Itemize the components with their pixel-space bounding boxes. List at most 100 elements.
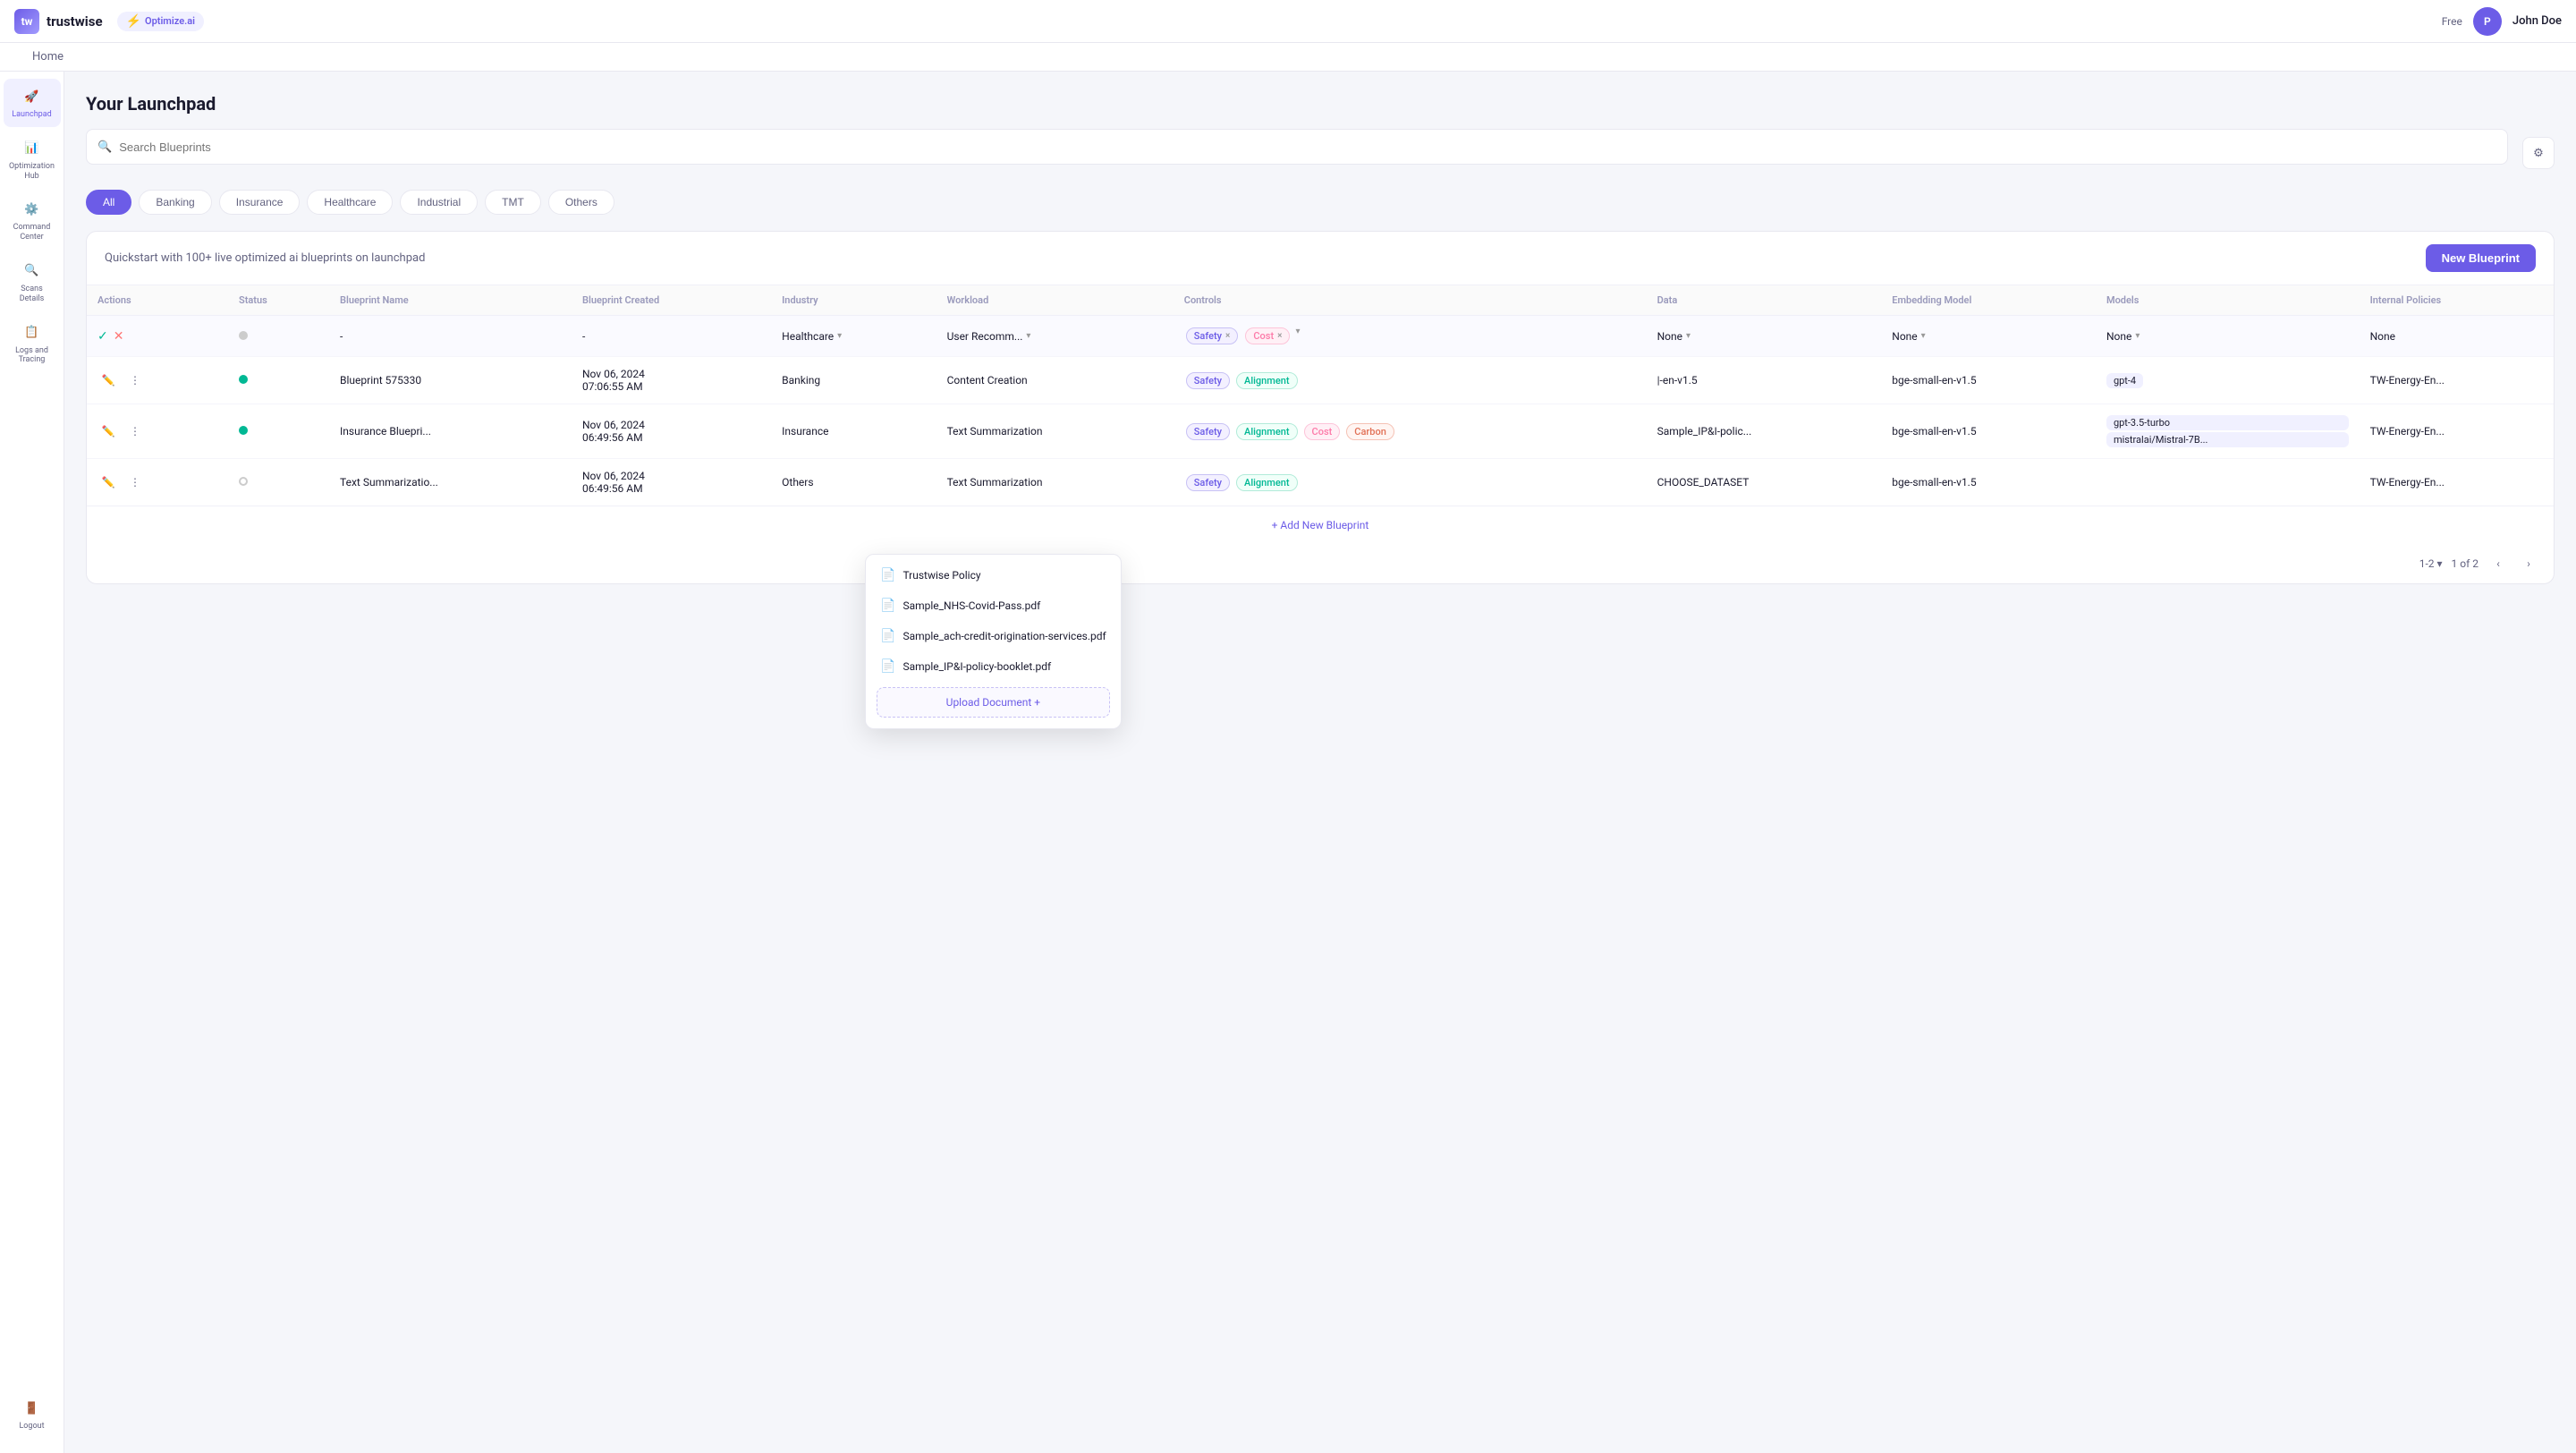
industry-cell-editing[interactable]: Healthcare ▾	[771, 316, 936, 357]
models-cell-editing[interactable]: None ▾	[2096, 316, 2360, 357]
sidebar-item-optimization-hub[interactable]: 📊 Optimization Hub	[4, 131, 61, 189]
sidebar-item-launchpad[interactable]: 🚀 Launchpad	[4, 79, 61, 127]
edit-button-3[interactable]: ✏️	[97, 472, 119, 493]
remove-safety-icon[interactable]: ×	[1225, 331, 1230, 341]
sidebar: 🚀 Launchpad 📊 Optimization Hub ⚙️ Comman…	[0, 72, 64, 1453]
table-row-editing: ✓ ✕ - -	[87, 316, 2554, 357]
dropdown-label-ach: Sample_ach-credit-origination-services.p…	[902, 630, 1106, 642]
chart-icon: 📊	[21, 138, 43, 159]
filter-tab-insurance[interactable]: Insurance	[219, 190, 301, 215]
sidebar-label-optimization-hub: Optimization Hub	[9, 162, 55, 182]
dropdown-item-trustwise-policy[interactable]: 📄 Trustwise Policy	[866, 560, 1121, 591]
actions-cell-editing: ✓ ✕	[87, 316, 228, 357]
embedding-cell-3: bge-small-en-v1.5	[1881, 459, 2096, 506]
status-dot-grey	[239, 331, 248, 340]
remove-cost-icon[interactable]: ×	[1277, 331, 1282, 341]
filter-tab-healthcare[interactable]: Healthcare	[307, 190, 393, 215]
col-blueprint-name: Blueprint Name	[329, 285, 572, 316]
pdf-icon-nhs: 📄	[880, 599, 895, 613]
status-cell-editing	[228, 316, 329, 357]
dropdown-item-ach[interactable]: 📄 Sample_ach-credit-origination-services…	[866, 621, 1121, 651]
actions-cell-2: ✏️ ⋮	[87, 404, 228, 459]
chevron-down-icon: ▾	[837, 331, 842, 341]
tag-safety-3: Safety	[1186, 474, 1230, 491]
filter-tab-banking[interactable]: Banking	[139, 190, 211, 215]
workload-cell-2: Text Summarization	[936, 404, 1174, 459]
data-cell-3: CHOOSE_DATASET	[1647, 459, 1882, 506]
prev-page-button[interactable]: ‹	[2487, 553, 2509, 574]
workload-cell-editing[interactable]: User Recomm... ▾	[936, 316, 1174, 357]
dropdown-item-nhs[interactable]: 📄 Sample_NHS-Covid-Pass.pdf	[866, 591, 1121, 621]
sidebar-label-launchpad: Launchpad	[12, 110, 51, 120]
confirm-button[interactable]: ✓	[97, 329, 108, 344]
embedding-cell-editing[interactable]: None ▾	[1881, 316, 2096, 357]
new-blueprint-button[interactable]: New Blueprint	[2426, 244, 2536, 272]
optimize-badge: ⚡ Optimize.ai	[117, 12, 204, 31]
edit-button-2[interactable]: ✏️	[97, 421, 119, 442]
chevron-down-controls[interactable]: ▾	[1295, 327, 1300, 345]
status-dot-outline-3	[239, 477, 248, 486]
user-avatar: P	[2473, 7, 2502, 36]
pagination-range[interactable]: 1-2 ▾	[2419, 557, 2443, 570]
filter-tab-others[interactable]: Others	[548, 190, 614, 215]
filter-tab-tmt[interactable]: TMT	[485, 190, 541, 215]
col-actions: Actions	[87, 285, 228, 316]
embedding-cell-2: bge-small-en-v1.5	[1881, 404, 2096, 459]
dropdown-item-ipi[interactable]: 📄 Sample_IP&I-policy-booklet.pdf	[866, 651, 1121, 682]
dropdown-label-trustwise: Trustwise Policy	[902, 569, 980, 582]
sidebar-item-scans-details[interactable]: 🔍 Scans Details	[4, 253, 61, 311]
pagination: 1-2 ▾ 1 of 2 ‹ ›	[87, 544, 2554, 583]
sidebar-item-command-center[interactable]: ⚙️ Command Center	[4, 191, 61, 250]
more-button-1[interactable]: ⋮	[124, 370, 146, 391]
pdf-icon-ipi: 📄	[880, 659, 895, 674]
workload-value: User Recomm...	[947, 330, 1023, 343]
upload-document-button[interactable]: Upload Document +	[877, 687, 1110, 718]
sidebar-label-command-center: Command Center	[9, 223, 55, 242]
tag-cost: Cost ×	[1245, 327, 1290, 344]
sidebar-item-logout[interactable]: 🚪 Logout	[4, 1390, 61, 1439]
data-dropdown: 📄 Trustwise Policy 📄 Sample_NHS-Covid-Pa…	[865, 554, 1122, 729]
logout-icon: 🚪	[21, 1398, 43, 1419]
grid-icon: ⚙️	[21, 199, 43, 220]
col-controls: Controls	[1174, 285, 1647, 316]
workload-cell-1: Content Creation	[936, 357, 1174, 404]
pagination-info: 1 of 2	[2452, 557, 2479, 570]
more-button-3[interactable]: ⋮	[124, 472, 146, 493]
tag-alignment-2: Alignment	[1236, 423, 1298, 440]
data-value: None	[1657, 330, 1682, 343]
add-new-blueprint-row[interactable]: + Add New Blueprint	[87, 506, 2554, 544]
col-blueprint-created: Blueprint Created	[572, 285, 771, 316]
sidebar-item-logs-tracing[interactable]: 📋 Logs and Tracing	[4, 315, 61, 373]
nav-home[interactable]: Home	[18, 50, 78, 64]
chevron-down-models: ▾	[2135, 331, 2140, 341]
filter-button[interactable]: ⚙	[2522, 137, 2555, 169]
rocket-icon: 🚀	[21, 86, 43, 107]
blueprint-table: Actions Status Blueprint Name Blueprint …	[87, 285, 2554, 506]
tag-safety-1: Safety	[1186, 372, 1230, 389]
filter-tab-all[interactable]: All	[86, 190, 131, 215]
col-internal-policies: Internal Policies	[2360, 285, 2554, 316]
data-cell-editing[interactable]: None ▾	[1647, 316, 1882, 357]
filter-tab-industrial[interactable]: Industrial	[400, 190, 478, 215]
more-button-2[interactable]: ⋮	[124, 421, 146, 442]
models-cell-2: gpt-3.5-turbo mistralai/Mistral-7B...	[2096, 404, 2360, 459]
name-cell-3: Text Summarizatio...	[329, 459, 572, 506]
created-cell-editing: -	[572, 316, 771, 357]
created-cell-1: Nov 06, 202407:06:55 AM	[572, 357, 771, 404]
name-cell-editing: -	[329, 316, 572, 357]
tag-alignment-1: Alignment	[1236, 372, 1298, 389]
blueprint-panel: Quickstart with 100+ live optimized ai b…	[86, 231, 2555, 584]
add-new-blueprint-label: + Add New Blueprint	[1272, 519, 1369, 531]
free-badge: Free	[2442, 15, 2462, 28]
edit-button-1[interactable]: ✏️	[97, 370, 119, 391]
embedding-cell-1: bge-small-en-v1.5	[1881, 357, 2096, 404]
table-row-3: ✏️ ⋮ Text Summarizatio... Nov 06, 202406…	[87, 459, 2554, 506]
status-dot-green-2	[239, 426, 248, 435]
models-cell-3	[2096, 459, 2360, 506]
upload-doc-label: Upload Document +	[946, 696, 1040, 709]
actions-cell-3: ✏️ ⋮	[87, 459, 228, 506]
search-input[interactable]	[119, 140, 2496, 154]
cancel-button[interactable]: ✕	[114, 329, 124, 344]
policies-cell-2: TW-Energy-En...	[2360, 404, 2554, 459]
next-page-button[interactable]: ›	[2518, 553, 2539, 574]
